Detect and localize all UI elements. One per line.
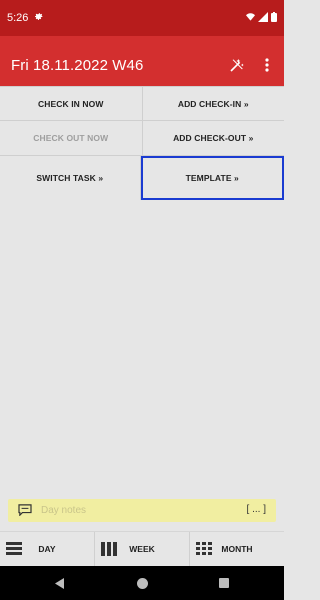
month-view-icon [196,542,212,555]
add-check-in-button[interactable]: ADD CHECK-IN » [143,87,285,120]
add-check-out-button[interactable]: ADD CHECK-OUT » [143,121,285,155]
bottom-nav: DAY WEEK MONTH [0,531,284,566]
nav-day-label: DAY [38,544,56,554]
wifi-icon [246,13,255,21]
check-out-now-button[interactable]: CHECK OUT NOW [0,121,143,155]
more-vert-icon[interactable] [258,56,276,74]
day-notes-placeholder: Day notes [41,505,87,516]
switch-task-button[interactable]: SWITCH TASK » [0,156,141,200]
action-row: SWITCH TASK » TEMPLATE » [0,156,284,200]
action-grid: CHECK IN NOW ADD CHECK-IN » CHECK OUT NO… [0,86,284,200]
system-nav-bar [0,566,284,600]
check-in-now-button[interactable]: CHECK IN NOW [0,87,143,120]
status-icons [246,12,277,22]
home-icon[interactable] [122,566,162,600]
notes-expand-button[interactable]: [ ... ] [247,504,266,515]
battery-icon [271,12,277,22]
status-time: 5:26 [7,12,29,24]
settings-gear-icon [35,13,43,20]
back-icon[interactable] [40,566,80,600]
magic-wand-icon[interactable] [228,56,246,74]
app-bar: Fri 18.11.2022 W46 [0,36,284,86]
recents-icon[interactable] [204,566,244,600]
week-view-icon [101,542,117,556]
status-bar: 5:26 [0,0,284,36]
day-view-icon [6,542,22,555]
template-button[interactable]: TEMPLATE » [140,156,284,200]
nav-month-label: MONTH [221,544,253,554]
nav-day[interactable]: DAY [0,532,94,566]
nav-month[interactable]: MONTH [189,532,284,566]
action-row: CHECK IN NOW ADD CHECK-IN » [0,86,284,121]
page-title: Fri 18.11.2022 W46 [11,57,144,74]
action-row: CHECK OUT NOW ADD CHECK-OUT » [0,121,284,156]
comment-icon [18,504,32,516]
day-notes-field[interactable]: Day notes [ ... ] [8,499,276,522]
nav-week-label: WEEK [129,544,155,554]
cell-signal-icon [258,12,268,22]
nav-week[interactable]: WEEK [94,532,189,566]
